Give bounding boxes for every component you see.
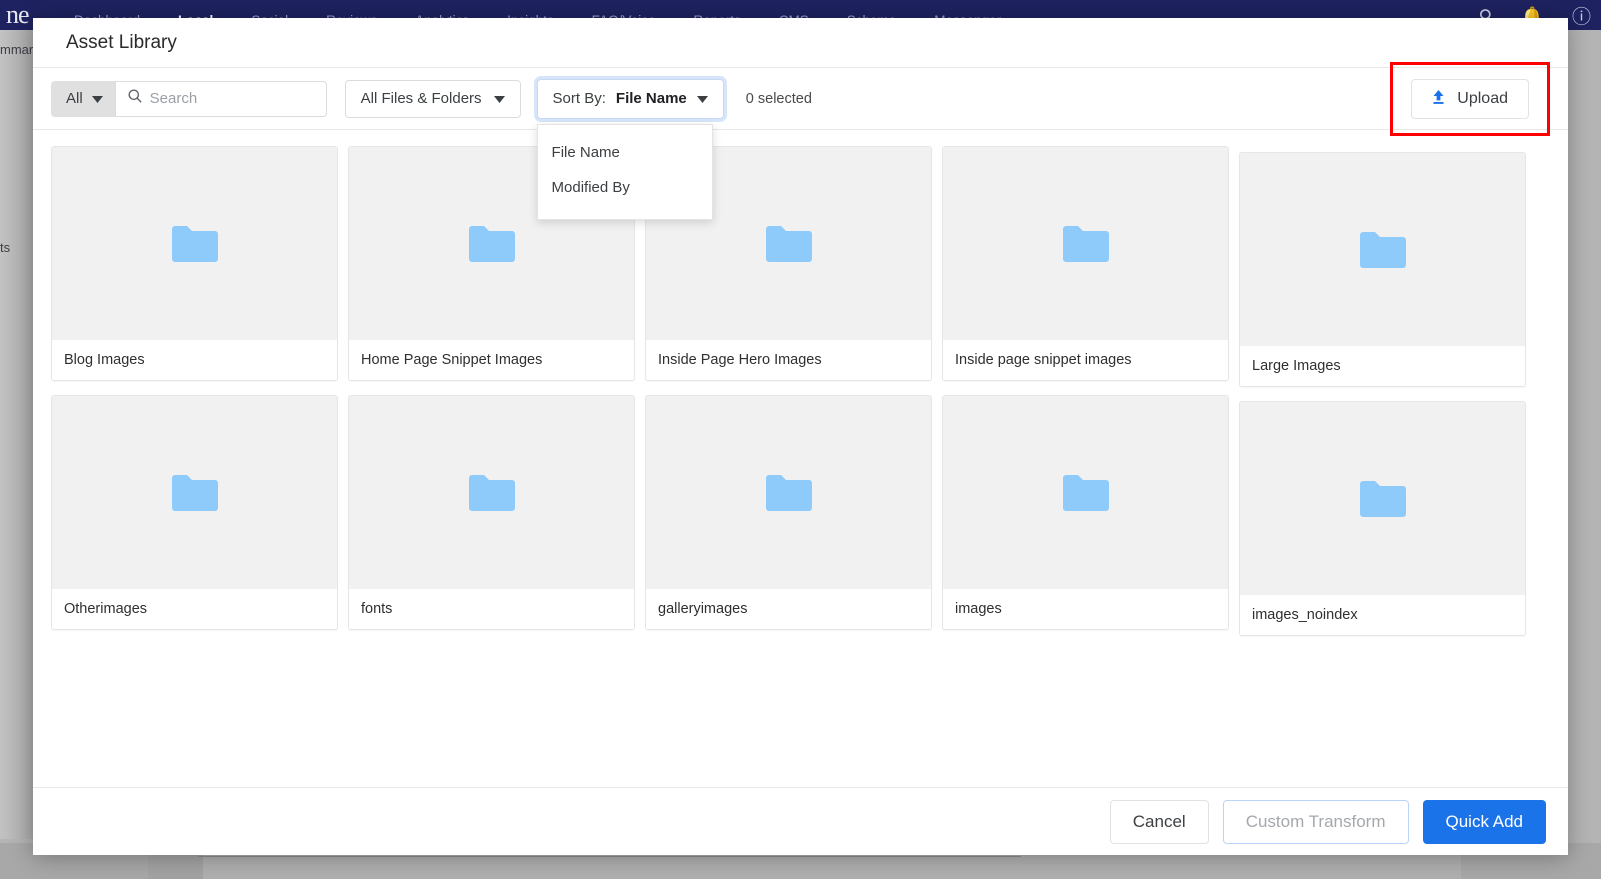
asset-card-label: Home Page Snippet Images — [349, 340, 634, 380]
chevron-down-icon — [91, 90, 103, 107]
files-folders-filter-button[interactable]: All Files & Folders — [344, 79, 521, 118]
sort-menu-item-file-name[interactable]: File Name — [538, 135, 712, 170]
file-type-filter-dropdown[interactable]: All — [51, 80, 115, 117]
chevron-down-icon — [696, 90, 708, 107]
sort-by-prefix: Sort By: — [552, 90, 606, 107]
chevron-down-icon — [493, 90, 505, 107]
sort-by-button[interactable]: Sort By: File Name — [536, 78, 724, 119]
modal-footer: Cancel Custom Transform Quick Add — [33, 787, 1568, 855]
folder-icon — [468, 225, 515, 262]
asset-thumbnail — [943, 396, 1228, 589]
asset-thumbnail — [349, 396, 634, 589]
asset-thumbnail — [1240, 153, 1525, 346]
background-left-pane — [0, 30, 34, 839]
asset-card-folder[interactable]: Blog Images — [51, 146, 338, 381]
asset-thumbnail — [1240, 402, 1525, 595]
folder-icon — [1359, 231, 1406, 268]
folder-icon — [1062, 474, 1109, 511]
modal-header: Asset Library — [33, 18, 1568, 68]
background-left-text-ts: ts — [0, 240, 11, 255]
search-group: All — [51, 80, 327, 117]
asset-card-label: Inside Page Hero Images — [646, 340, 931, 380]
folder-icon — [765, 225, 812, 262]
asset-library-modal: Asset Library All All Files & Folders — [33, 18, 1568, 855]
asset-card-label: fonts — [349, 589, 634, 629]
file-type-filter-label: All — [66, 90, 83, 107]
asset-toolbar: All All Files & Folders Sort By: File — [33, 61, 1568, 220]
upload-button[interactable]: Upload — [1411, 78, 1529, 119]
folder-icon — [468, 474, 515, 511]
asset-thumbnail — [52, 396, 337, 589]
asset-card-label: galleryimages — [646, 589, 931, 629]
asset-card-folder[interactable]: Large Images — [1239, 152, 1526, 387]
files-folders-filter-label: All Files & Folders — [360, 90, 482, 107]
background-left-text-summary: mmar — [0, 42, 34, 57]
upload-icon — [1432, 90, 1445, 107]
asset-grid-row: Blog Images Home Page Snippet Images Ins… — [51, 146, 1550, 387]
folder-icon — [1359, 480, 1406, 517]
quick-add-button[interactable]: Quick Add — [1422, 799, 1546, 844]
folder-icon — [1062, 225, 1109, 262]
asset-card-label: Inside page snippet images — [943, 340, 1228, 380]
page-title: Asset Library — [66, 31, 177, 53]
asset-card-folder[interactable]: Otherimages — [51, 395, 338, 630]
help-icon[interactable]: ⓘ — [1572, 8, 1591, 28]
cancel-button[interactable]: Cancel — [1109, 799, 1209, 844]
sort-by-dropdown-menu: File Name Modified By — [536, 123, 713, 220]
search-input[interactable] — [149, 90, 314, 107]
asset-card-folder[interactable]: images — [942, 395, 1229, 630]
asset-card-folder[interactable]: galleryimages — [645, 395, 932, 630]
asset-card-label: Blog Images — [52, 340, 337, 380]
background-footer-divider — [198, 856, 1021, 857]
asset-grid: Blog Images Home Page Snippet Images Ins… — [33, 130, 1568, 787]
sort-menu-item-modified-by[interactable]: Modified By — [538, 170, 712, 205]
selected-count-label: 0 selected — [745, 90, 812, 107]
asset-thumbnail — [52, 147, 337, 340]
asset-card-folder[interactable]: fonts — [348, 395, 635, 630]
sort-by-group: Sort By: File Name File Name Modified By — [536, 78, 724, 220]
asset-thumbnail — [646, 396, 931, 589]
search-icon — [128, 89, 142, 108]
asset-grid-row: Otherimages fonts galleryimages images i… — [51, 395, 1550, 636]
asset-card-label: Large Images — [1240, 346, 1525, 386]
upload-button-label: Upload — [1457, 89, 1508, 107]
upload-highlight-annotation: Upload — [1390, 61, 1550, 136]
folder-icon — [171, 474, 218, 511]
asset-thumbnail — [943, 147, 1228, 340]
asset-card-folder[interactable]: Inside page snippet images — [942, 146, 1229, 381]
custom-transform-button[interactable]: Custom Transform — [1222, 799, 1409, 844]
asset-card-folder[interactable]: images_noindex — [1239, 401, 1526, 636]
asset-card-label: images — [943, 589, 1228, 629]
sort-by-value: File Name — [615, 90, 687, 107]
folder-icon — [171, 225, 218, 262]
folder-icon — [765, 474, 812, 511]
asset-card-label: Otherimages — [52, 589, 337, 629]
asset-card-label: images_noindex — [1240, 595, 1525, 635]
search-box[interactable] — [114, 80, 327, 117]
